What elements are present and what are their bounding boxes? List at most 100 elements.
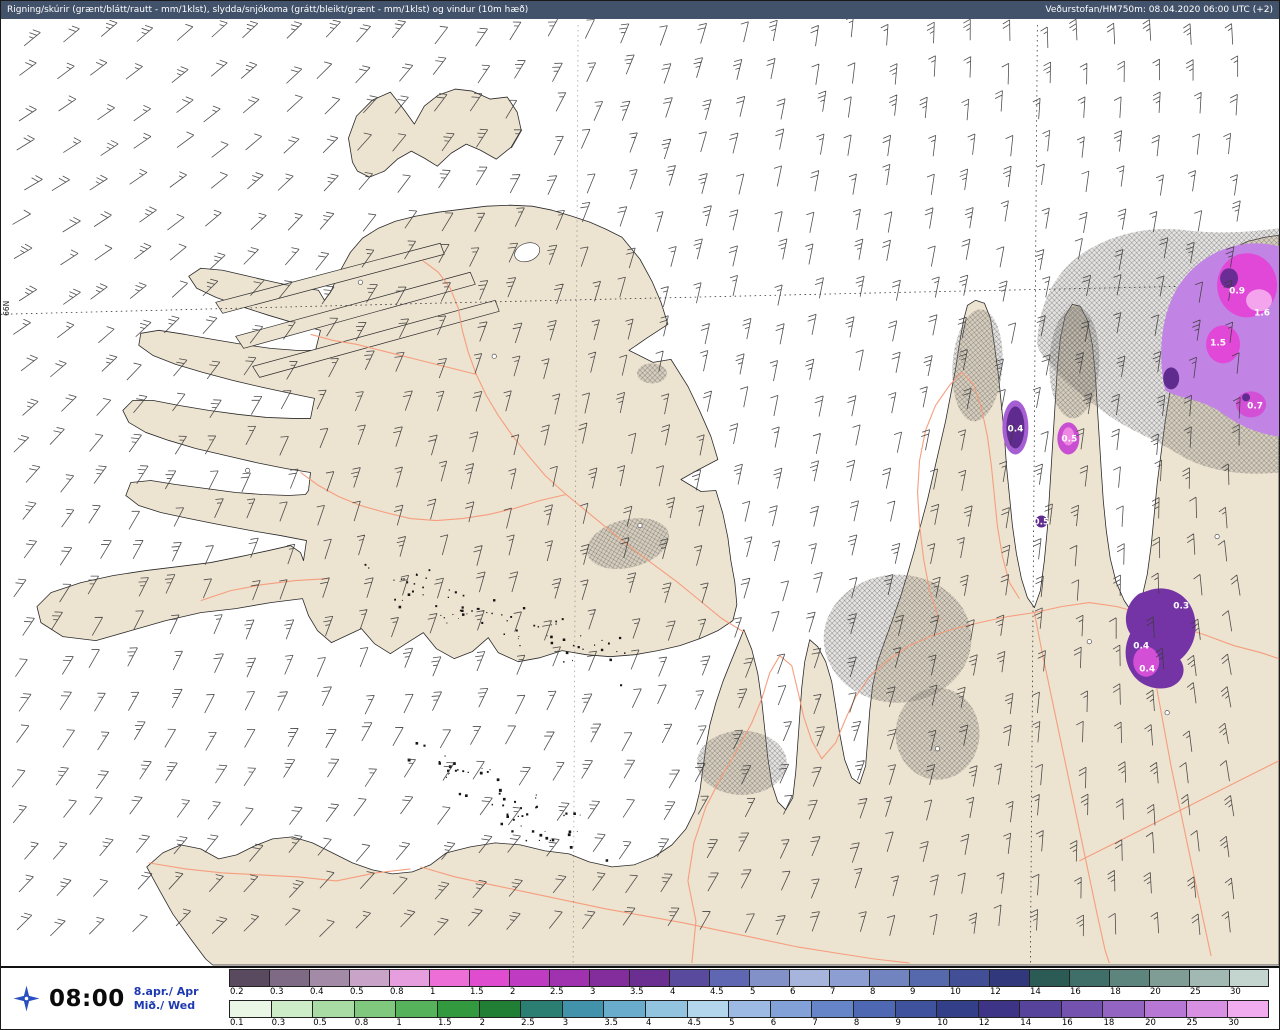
station-marker	[934, 746, 941, 752]
scale-swatch	[520, 1000, 562, 1019]
scale-value: 0.1	[230, 1018, 244, 1028]
scale-value: 8	[853, 1018, 860, 1028]
scale-cell: 30	[1227, 1000, 1269, 1028]
scale-value: 18	[1110, 987, 1121, 997]
scale-swatch	[1060, 1000, 1103, 1019]
scale-value: 20	[1145, 1018, 1156, 1028]
scale-cell: 6	[769, 1000, 812, 1028]
scale-cell: 18	[1102, 1000, 1145, 1028]
scale-cell: 0.5	[312, 1000, 354, 1028]
scale-cell: 9	[909, 969, 949, 997]
scale-value: 2.5	[550, 987, 564, 997]
scale-swatch	[644, 1000, 687, 1019]
scale-value: 0.3	[270, 987, 284, 997]
scale-value: 0.5	[350, 987, 364, 997]
scale-value: 16	[1070, 987, 1081, 997]
scale-cell: 5	[749, 969, 789, 997]
scale-cell: 18	[1109, 969, 1149, 997]
scale-swatch	[909, 969, 949, 988]
scale-swatch	[1149, 969, 1189, 988]
scale-swatch	[829, 969, 869, 988]
precip-scale-rain: 0.1 0.3 0.5 0.8 1 1.5 2 2.5 3 3.5 4 4.5 5 6 7 8 9 10 12 14 1…	[229, 1000, 1269, 1028]
scale-swatch	[1109, 969, 1149, 988]
scale-cell: 2.5	[549, 969, 589, 997]
scale-value: 2	[510, 987, 516, 997]
scale-swatch	[1069, 969, 1109, 988]
scale-cell: 12	[977, 1000, 1020, 1028]
scale-cell: 1	[395, 1000, 437, 1028]
scale-cell: 30	[1229, 969, 1269, 997]
map-header: Rigning/skúrir (grænt/blátt/rautt - mm/1…	[1, 1, 1279, 19]
precip-value-label: 0.5	[1061, 434, 1077, 444]
scale-swatch	[509, 969, 549, 988]
scale-cell: 0.5	[349, 969, 389, 997]
scale-cell: 8	[852, 1000, 895, 1028]
map-svg: 0.9 1.6 1.5 0.7 0.4 0.5 0.5 0.3 0.4 0.4 66N	[1, 19, 1279, 966]
scale-swatch	[894, 1000, 937, 1019]
scale-swatch	[1102, 1000, 1145, 1019]
scale-swatch	[1185, 1000, 1228, 1019]
scale-value: 7	[830, 987, 836, 997]
scale-value: 3.5	[630, 987, 644, 997]
scale-cell: 25	[1189, 969, 1229, 997]
scale-swatch	[312, 1000, 354, 1019]
scale-swatch	[229, 969, 269, 988]
scale-value: 0.3	[271, 1018, 286, 1028]
scale-cell: 0.4	[309, 969, 349, 997]
precip-value-label: 1.6	[1254, 308, 1270, 318]
date-month: 8.apr./ Apr	[133, 984, 199, 998]
precip-value-label: 1.5	[1210, 338, 1226, 348]
weather-map-app: Rigning/skúrir (grænt/blátt/rautt - mm/1…	[0, 0, 1280, 1030]
precip-value-label: 0.4	[1007, 424, 1023, 434]
scale-value: 1.5	[470, 987, 484, 997]
scale-value: 5	[750, 987, 756, 997]
scale-cell: 3	[589, 969, 629, 997]
scale-cell: 1.5	[436, 1000, 479, 1028]
scale-cell: 0.8	[353, 1000, 396, 1028]
scale-swatch	[1229, 969, 1269, 988]
scale-swatch	[936, 1000, 978, 1019]
scale-value: 25	[1190, 987, 1201, 997]
scale-value: 30	[1228, 1018, 1240, 1028]
scale-value: 25	[1186, 1018, 1198, 1028]
time-block: 08:00 8.apr./ Apr Mið./ Wed	[1, 968, 229, 1029]
footer-bar: 08:00 8.apr./ Apr Mið./ Wed 0.2 0.3 0.4 0.5…	[1, 966, 1279, 1029]
scale-swatch	[669, 969, 709, 988]
scale-cell: 7	[829, 969, 869, 997]
scale-swatch	[561, 1000, 604, 1019]
scale-swatch	[949, 969, 989, 988]
scale-value: 0.5	[313, 1018, 327, 1028]
scale-cell: 3	[561, 1000, 604, 1028]
scale-swatch	[789, 969, 829, 988]
scale-swatch	[309, 969, 349, 988]
scale-cell: 16	[1060, 1000, 1103, 1028]
scale-cell: 0.1	[229, 1000, 271, 1028]
scale-swatch	[603, 1000, 645, 1019]
scale-cell: 1.5	[469, 969, 509, 997]
scale-value: 4.5	[687, 1018, 702, 1028]
scale-cell: 5	[728, 1000, 770, 1028]
scale-value: 1.5	[437, 1018, 452, 1028]
precip-scales: 0.2 0.3 0.4 0.5 0.8 1 1.5 2 2.5 3 3.5 4 4.5 5 6 7 8 9 10 12…	[229, 968, 1279, 1029]
scale-swatch	[270, 1000, 313, 1019]
scale-value: 2	[479, 1018, 485, 1028]
scale-value: 0.2	[230, 987, 244, 997]
scale-value: 9	[895, 1018, 901, 1028]
scale-cell: 20	[1149, 969, 1189, 997]
scale-value: 14	[1020, 1018, 1032, 1028]
scale-swatch	[389, 969, 429, 988]
scale-cell: 6	[789, 969, 829, 997]
scale-value: 3.5	[604, 1018, 618, 1028]
scale-swatch	[395, 1000, 437, 1019]
scale-cell: 0.3	[269, 969, 309, 997]
scale-cell: 2	[509, 969, 549, 997]
scale-cell: 10	[936, 1000, 978, 1028]
scale-swatch	[549, 969, 589, 988]
scale-swatch	[989, 969, 1029, 988]
scale-cell: 1	[429, 969, 469, 997]
scale-value: 1	[396, 1018, 402, 1028]
scale-swatch	[429, 969, 469, 988]
scale-value: 14	[1030, 987, 1041, 997]
scale-swatch	[1189, 969, 1229, 988]
scale-swatch	[1029, 969, 1069, 988]
